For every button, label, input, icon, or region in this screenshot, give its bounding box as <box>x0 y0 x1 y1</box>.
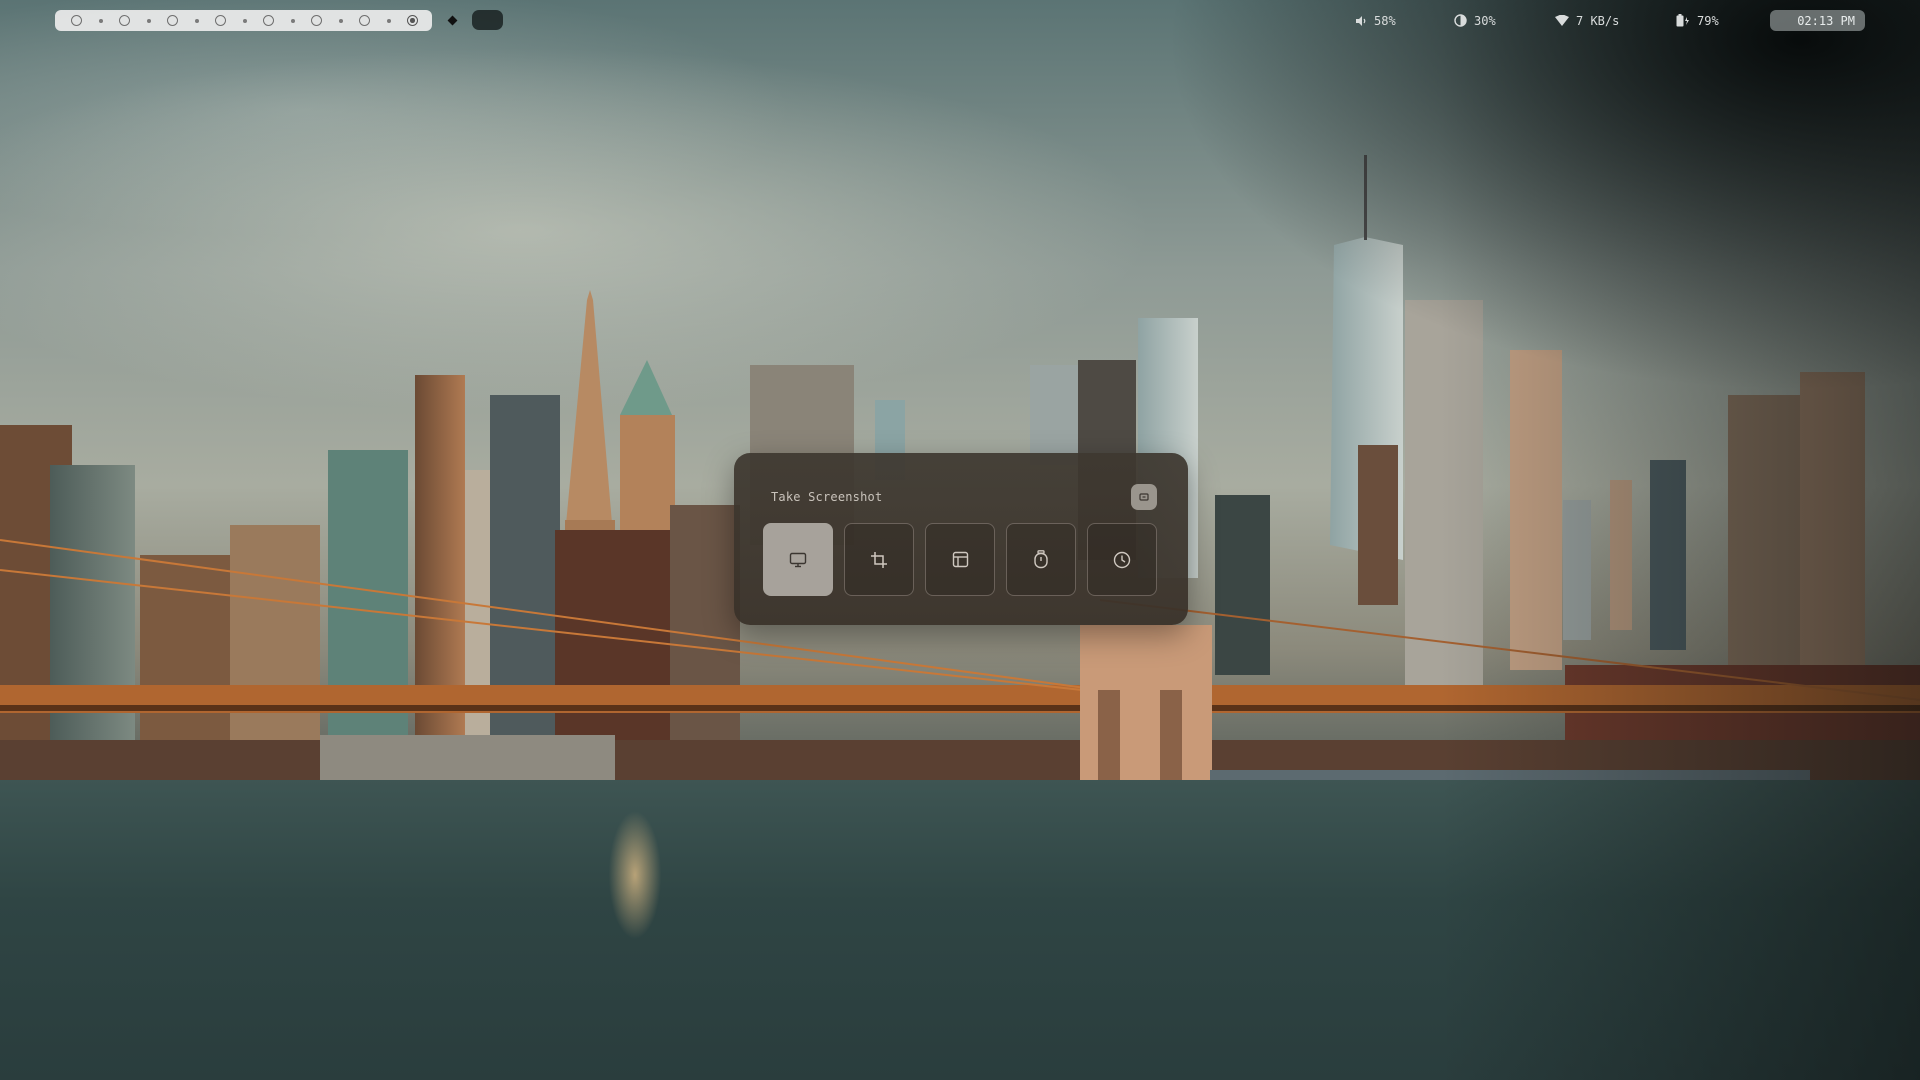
network-speed: 7 KB/s <box>1576 13 1620 28</box>
brightness-value: 30% <box>1474 13 1496 28</box>
workspace-separator <box>338 18 343 23</box>
close-icon <box>1139 493 1149 501</box>
active-window-indicator[interactable] <box>472 10 503 30</box>
workspace-switcher <box>55 10 432 31</box>
capture-screen-button[interactable] <box>763 523 833 596</box>
workspace-3-button[interactable] <box>167 15 178 26</box>
workspace-separator <box>242 18 247 23</box>
network-indicator[interactable]: 7 KB/s <box>1555 11 1619 30</box>
stopwatch-icon <box>1034 550 1048 569</box>
workspace-separator <box>386 18 391 23</box>
workspace-separator <box>146 18 151 23</box>
clock-icon <box>1113 551 1131 568</box>
workspace-separator <box>194 18 199 23</box>
battery-indicator[interactable]: 79% <box>1676 11 1719 30</box>
workspace-separator <box>98 18 103 23</box>
capture-mode-group <box>763 523 1157 596</box>
capture-delay-button[interactable] <box>1087 523 1157 596</box>
capture-region-button[interactable] <box>844 523 914 596</box>
capture-timer-button[interactable] <box>1006 523 1076 596</box>
panel-title: Take Screenshot <box>771 490 883 504</box>
workspace-5-button[interactable] <box>263 15 274 26</box>
clock[interactable]: 02:13 PM <box>1770 10 1865 31</box>
volume-indicator[interactable]: 58% <box>1355 11 1396 30</box>
brightness-icon <box>1454 14 1467 27</box>
workspace-1-button[interactable] <box>71 15 82 26</box>
brightness-indicator[interactable]: 30% <box>1454 11 1496 30</box>
capture-window-button[interactable] <box>925 523 995 596</box>
battery-value: 79% <box>1697 13 1719 28</box>
workspace-4-button[interactable] <box>215 15 226 26</box>
workspace-separator <box>290 18 295 23</box>
workspace-2-button[interactable] <box>119 15 130 26</box>
speaker-icon <box>1356 15 1366 26</box>
monitor-icon <box>789 552 807 567</box>
close-button[interactable] <box>1131 484 1157 510</box>
window-icon <box>952 551 968 568</box>
workspace-6-button[interactable] <box>311 15 322 26</box>
workspace-7-button[interactable] <box>359 15 370 26</box>
crop-icon <box>871 551 887 568</box>
workspace-8-button-active[interactable] <box>407 15 418 26</box>
clock-time: 02:13 PM <box>1797 13 1855 28</box>
screenshot-panel: Take Screenshot <box>734 453 1188 625</box>
battery-charging-icon <box>1676 14 1689 27</box>
wifi-icon <box>1555 14 1569 26</box>
volume-value: 58% <box>1374 13 1396 28</box>
